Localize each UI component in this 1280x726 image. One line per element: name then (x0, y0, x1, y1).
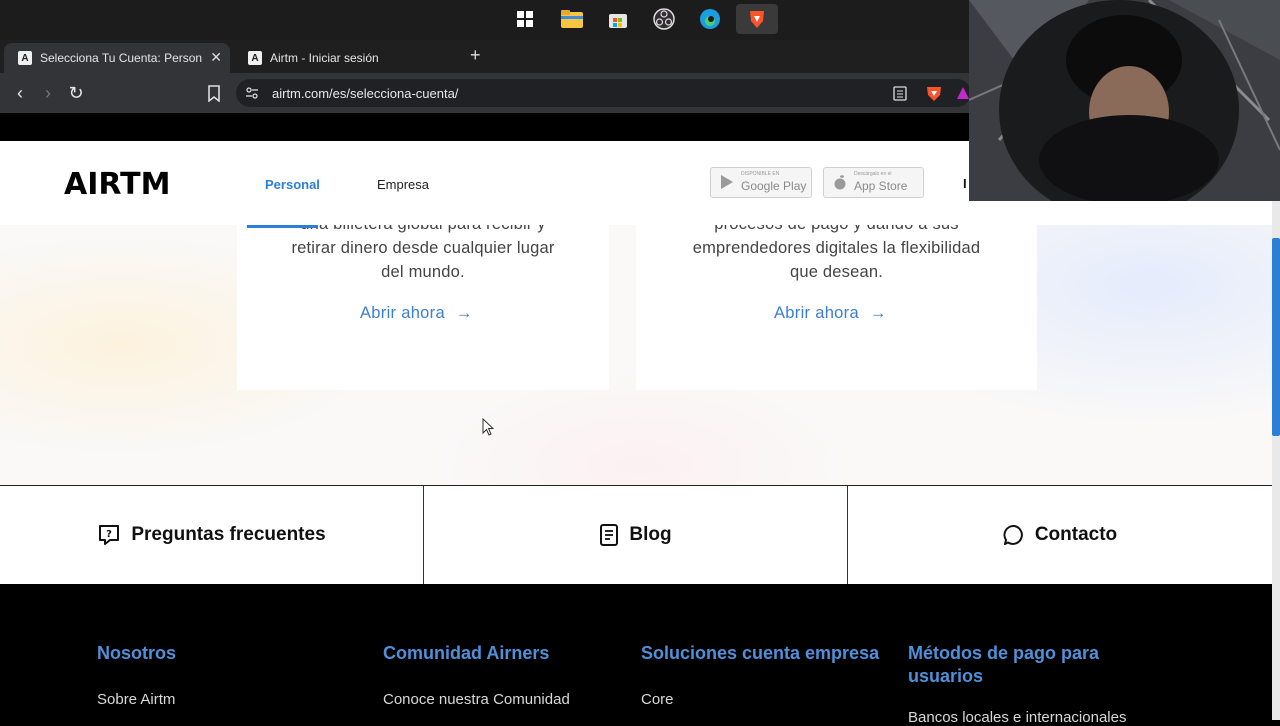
faq-button[interactable]: ? Preguntas frecuentes (0, 486, 423, 584)
footer-link-core[interactable]: Core (641, 691, 674, 708)
brave-shields-icon[interactable] (926, 85, 942, 107)
blog-button[interactable]: Blog (424, 486, 847, 584)
nav-personal[interactable]: Personal (265, 177, 320, 192)
tab-selecciona-cuenta[interactable]: A Selecciona Tu Cuenta: Personal o ✕ (4, 43, 230, 73)
badge-caption: DISPONIBLE EN (741, 171, 780, 177)
reload-icon[interactable]: ↻ (66, 83, 86, 103)
abrir-ahora-empresa-link[interactable]: Abrir ahora → (774, 304, 887, 323)
forward-icon[interactable]: › (38, 83, 58, 103)
nav-empresa[interactable]: Empresa (377, 177, 429, 192)
chat-icon (1003, 525, 1023, 545)
abrir-ahora-personal-link[interactable]: Abrir ahora → (360, 304, 473, 323)
active-nav-indicator (247, 225, 317, 228)
tab-title: Airtm - Iniciar sesión (270, 51, 379, 65)
site-info-icon[interactable] (245, 86, 259, 105)
airtm-favicon-icon: A (18, 51, 32, 65)
contact-label: Contacto (1034, 524, 1118, 545)
faq-label: Preguntas frecuentes (131, 524, 326, 545)
edge-icon[interactable] (695, 4, 725, 34)
badge-caption: Descárgalo en el (854, 171, 892, 177)
microsoft-store-icon[interactable] (603, 4, 633, 34)
google-play-badge[interactable]: DISPONIBLE EN Google Play (710, 167, 812, 198)
airtm-logo[interactable]: AIRTM (64, 167, 170, 202)
brave-taskbar-icon[interactable] (736, 4, 778, 34)
link-label: Abrir ahora (360, 304, 445, 322)
tab-title: Selecciona Tu Cuenta: Personal o (40, 51, 202, 65)
webcam-feed (969, 0, 1280, 201)
apple-icon (834, 175, 846, 190)
footer-link-comunidad[interactable]: Conoce nuestra Comunidad (383, 691, 570, 708)
svg-text:?: ? (106, 529, 112, 540)
header-cut-text: I (963, 176, 967, 191)
windows-start-icon[interactable] (510, 4, 540, 34)
footer-link-bancos[interactable]: Bancos locales e internacionales (908, 709, 1126, 726)
card-text-line: que desean. (789, 263, 884, 281)
footer-heading-soluciones: Soluciones cuenta empresa (641, 643, 880, 663)
footer-heading-metodos: Métodos de pago para usuarios (908, 643, 1100, 686)
mouse-cursor-icon (482, 417, 495, 441)
card-text-line: emprendedores digitales la flexibilidad (692, 239, 981, 257)
reader-mode-icon[interactable] (893, 86, 907, 106)
google-play-icon (721, 175, 733, 189)
card-text-line: del mundo. (381, 263, 465, 281)
app-store-badge[interactable]: Descárgalo en el App Store (823, 167, 924, 198)
contact-button[interactable]: Contacto (848, 486, 1272, 584)
badge-store-name: Google Play (741, 179, 807, 193)
blog-label: Blog (629, 524, 672, 545)
tab-close-icon[interactable]: ✕ (210, 49, 222, 66)
link-label: Abrir ahora (774, 304, 859, 322)
arrow-right-icon: → (869, 304, 887, 322)
back-icon[interactable]: ‹ (10, 83, 30, 103)
faq-icon: ? (99, 525, 120, 545)
file-explorer-icon[interactable] (557, 4, 587, 34)
footer-heading-nosotros: Nosotros (97, 643, 177, 663)
footer-heading-comunidad: Comunidad Airners (383, 643, 550, 663)
badge-store-name: App Store (854, 179, 908, 193)
arrow-right-icon: → (455, 304, 473, 322)
new-tab-icon[interactable]: + (470, 45, 481, 66)
url-text: airtm.com/es/selecciona-cuenta/ (272, 86, 459, 101)
footer-link-sobre-airtm[interactable]: Sobre Airtm (97, 691, 175, 708)
tab-iniciar-sesion[interactable]: A Airtm - Iniciar sesión (234, 43, 460, 73)
obs-icon[interactable] (649, 4, 679, 34)
brave-rewards-icon[interactable] (956, 86, 970, 105)
card-text-line: retirar dinero desde cualquier lugar (291, 239, 555, 257)
bookmark-icon[interactable] (207, 85, 221, 107)
scrollbar-thumb[interactable] (1272, 238, 1280, 436)
webcam-overlay (969, 0, 1280, 201)
blog-icon (600, 524, 619, 546)
airtm-favicon-icon: A (248, 51, 262, 65)
